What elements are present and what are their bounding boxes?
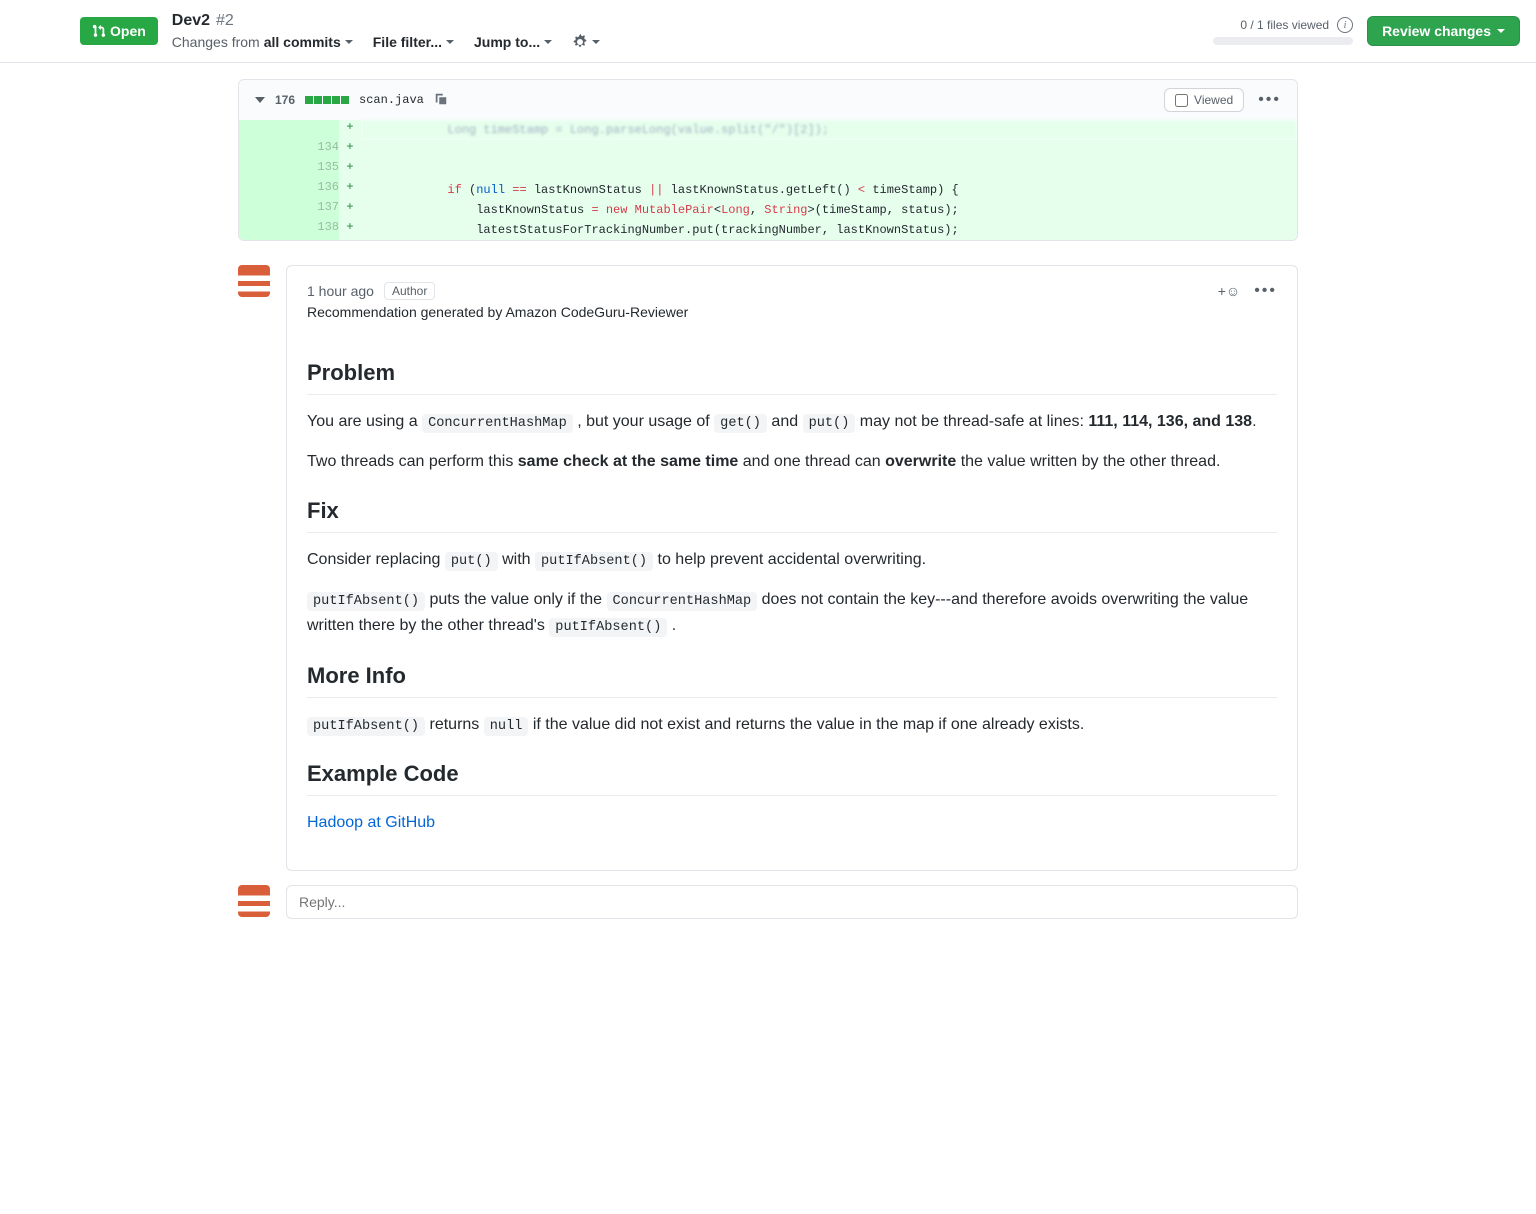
diff-marker: + xyxy=(339,200,361,220)
chevron-down-icon xyxy=(1497,29,1505,33)
example-code-heading: Example Code xyxy=(307,761,1277,796)
problem-paragraph-2: Two threads can perform this same check … xyxy=(307,449,1277,475)
diff-marker: + xyxy=(339,140,361,160)
code-line xyxy=(361,160,1297,180)
pr-state-badge: Open xyxy=(80,17,158,45)
code-line xyxy=(361,140,1297,160)
pr-number: #2 xyxy=(216,12,234,30)
chevron-down-icon xyxy=(345,40,353,44)
pull-request-icon xyxy=(92,24,106,38)
info-icon[interactable]: i xyxy=(1337,17,1353,33)
diff-settings-dropdown[interactable] xyxy=(572,34,600,50)
line-number-old xyxy=(239,220,289,240)
avatar[interactable] xyxy=(238,265,270,297)
viewed-checkbox[interactable]: Viewed xyxy=(1164,88,1244,112)
file-header: 176 scan.java Viewed ••• xyxy=(239,80,1297,120)
line-number-old xyxy=(239,200,289,220)
collapse-toggle[interactable] xyxy=(255,97,265,103)
viewed-checkbox-input[interactable] xyxy=(1175,94,1188,107)
diff-marker: + xyxy=(339,180,361,200)
more-info-heading: More Info xyxy=(307,663,1277,698)
diff-row: 134+ xyxy=(239,140,1297,160)
code-line: latestStatusForTrackingNumber.put(tracki… xyxy=(361,220,1297,240)
comment-kebab-menu[interactable]: ••• xyxy=(1254,282,1277,300)
author-badge: Author xyxy=(384,282,435,300)
line-number-old xyxy=(239,160,289,180)
diff-marker: + xyxy=(339,160,361,180)
diff-row: + Long timeStamp = Long.parseLong(value.… xyxy=(239,120,1297,140)
problem-paragraph-1: You are using a ConcurrentHashMap , but … xyxy=(307,409,1277,435)
line-number-new: 134 xyxy=(289,140,339,160)
diff-row: 137+ lastKnownStatus = new MutablePair<L… xyxy=(239,200,1297,220)
code-line: lastKnownStatus = new MutablePair<Long, … xyxy=(361,200,1297,220)
changes-from-dropdown[interactable]: Changes from all commits xyxy=(172,34,353,50)
example-code-link[interactable]: Hadoop at GitHub xyxy=(307,814,435,831)
file-diff-block: 176 scan.java Viewed ••• + Long timeStam… xyxy=(238,79,1298,241)
avatar[interactable] xyxy=(238,885,270,917)
diff-row: 136+ if (null == lastKnownStatus || last… xyxy=(239,180,1297,200)
file-kebab-menu[interactable]: ••• xyxy=(1258,91,1281,109)
pr-title: Dev2 xyxy=(172,12,210,30)
files-viewed-progress xyxy=(1213,37,1353,45)
diff-row: 138+ latestStatusForTrackingNumber.put(t… xyxy=(239,220,1297,240)
reply-input[interactable] xyxy=(286,885,1298,919)
review-comment: 1 hour ago Author +☺ ••• Recommendation … xyxy=(238,241,1298,871)
chevron-down-icon xyxy=(446,40,454,44)
review-changes-button[interactable]: Review changes xyxy=(1367,16,1520,46)
comment-subtitle: Recommendation generated by Amazon CodeG… xyxy=(287,304,1297,336)
line-number-new: 137 xyxy=(289,200,339,220)
diff-marker: + xyxy=(339,220,361,240)
diff-row: 135+ xyxy=(239,160,1297,180)
file-filter-dropdown[interactable]: File filter... xyxy=(373,34,454,50)
fix-heading: Fix xyxy=(307,498,1277,533)
chevron-down-icon xyxy=(592,40,600,44)
files-viewed-count: 0 / 1 files viewed xyxy=(1240,18,1329,32)
more-info-paragraph: putIfAbsent() returns null if the value … xyxy=(307,712,1277,738)
fix-paragraph-1: Consider replacing put() with putIfAbsen… xyxy=(307,547,1277,573)
comment-timestamp[interactable]: 1 hour ago xyxy=(307,283,374,299)
pr-header: Open Dev2 #2 Changes from all commits Fi… xyxy=(0,0,1536,63)
line-number-old xyxy=(239,140,289,160)
jump-to-dropdown[interactable]: Jump to... xyxy=(474,34,552,50)
file-name[interactable]: scan.java xyxy=(359,93,424,107)
line-number-new: 136 xyxy=(289,180,339,200)
reply-section xyxy=(238,871,1298,919)
fix-paragraph-2: putIfAbsent() puts the value only if the… xyxy=(307,587,1277,639)
pr-state-label: Open xyxy=(110,23,146,39)
add-reaction-button[interactable]: +☺ xyxy=(1218,283,1240,299)
comment-body: Problem You are using a ConcurrentHashMa… xyxy=(287,360,1297,870)
line-number-old xyxy=(239,180,289,200)
copy-path-icon[interactable] xyxy=(434,92,448,109)
diff-table: + Long timeStamp = Long.parseLong(value.… xyxy=(239,120,1297,240)
gear-icon xyxy=(572,34,588,50)
line-number-new: 138 xyxy=(289,220,339,240)
line-number-new: 135 xyxy=(289,160,339,180)
problem-heading: Problem xyxy=(307,360,1277,395)
code-line: if (null == lastKnownStatus || lastKnown… xyxy=(361,180,1297,200)
diff-line-count: 176 xyxy=(275,93,295,107)
chevron-down-icon xyxy=(544,40,552,44)
diff-stat-squares xyxy=(305,96,349,104)
